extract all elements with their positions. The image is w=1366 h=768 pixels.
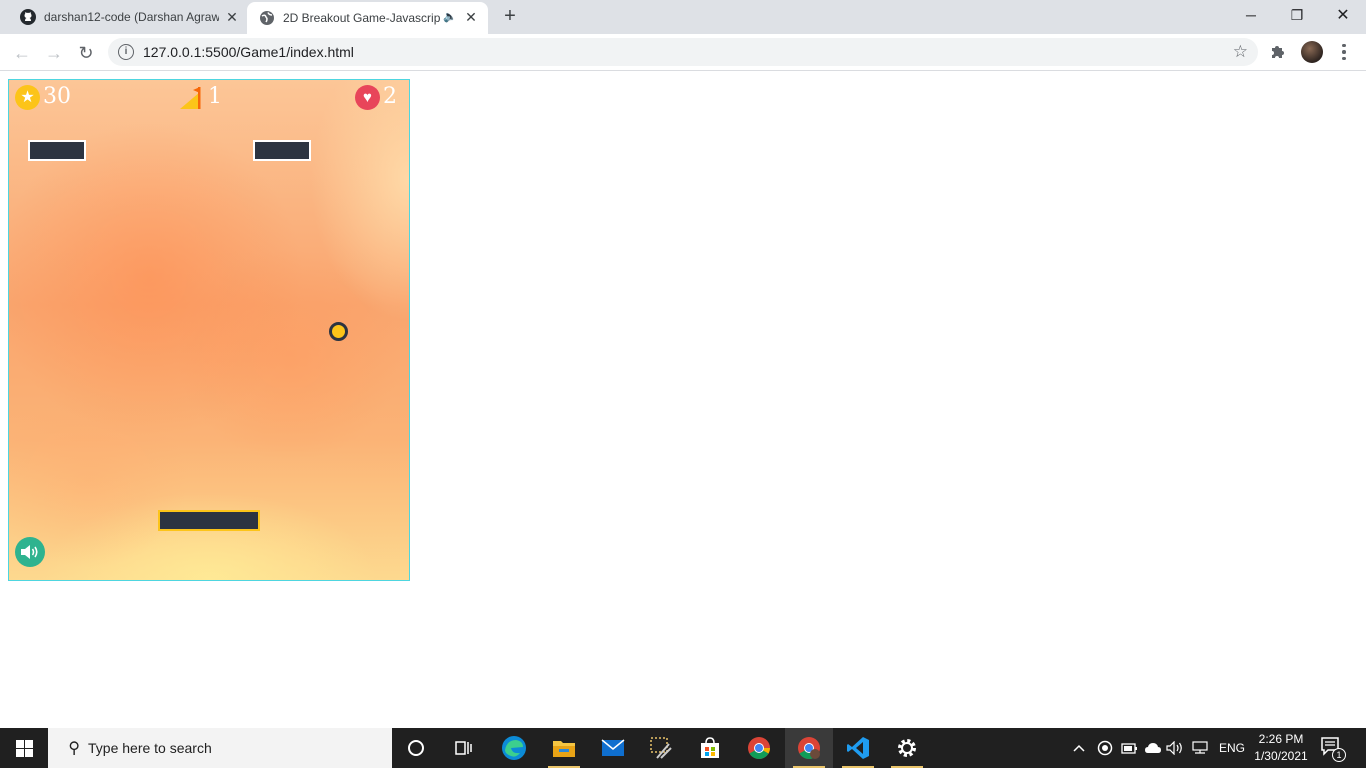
heart-icon: ♥ xyxy=(355,84,380,110)
file-explorer-icon[interactable] xyxy=(540,728,588,768)
network-icon[interactable] xyxy=(1192,728,1212,768)
kebab-menu-icon[interactable] xyxy=(1336,41,1352,63)
paddle[interactable] xyxy=(158,510,260,531)
snipping-tool-icon[interactable] xyxy=(637,728,685,768)
star-icon: ★ xyxy=(15,84,40,110)
game-canvas[interactable]: ★ 30 1 ♥ 2 xyxy=(8,79,410,581)
onedrive-icon[interactable] xyxy=(1144,728,1164,768)
score-display: ★ 30 xyxy=(15,84,71,110)
speaker-icon xyxy=(21,545,38,559)
tab-title: darshan12-code (Darshan Agraw xyxy=(44,10,219,24)
level-display: 1 xyxy=(179,84,222,110)
clock-date: 1/30/2021 xyxy=(1254,749,1308,763)
forward-button[interactable]: → xyxy=(42,41,66,65)
new-tab-button[interactable]: + xyxy=(499,6,521,28)
url-text[interactable]: 127.0.0.1:5500/Game1/index.html xyxy=(143,44,354,60)
tab-github[interactable]: darshan12-code (Darshan Agraw ✕ xyxy=(0,0,247,34)
tab-breakout-game[interactable]: 2D Breakout Game-Javascrip 🔈 ✕ xyxy=(247,2,488,34)
clock[interactable]: 2:26 PM 1/30/2021 xyxy=(1250,731,1312,765)
store-icon[interactable] xyxy=(686,728,734,768)
profile-avatar[interactable] xyxy=(1301,41,1323,63)
score-value: 30 xyxy=(43,84,71,109)
extensions-icon[interactable] xyxy=(1270,43,1286,64)
brick xyxy=(28,140,86,161)
cortana-icon[interactable] xyxy=(392,728,440,768)
brick xyxy=(253,140,311,161)
start-button[interactable] xyxy=(0,728,48,768)
back-button[interactable]: ← xyxy=(10,41,34,65)
restore-button[interactable]: ❐ xyxy=(1274,0,1320,30)
github-icon xyxy=(20,9,36,25)
record-icon[interactable] xyxy=(1097,728,1115,768)
level-flag-icon xyxy=(179,84,205,110)
chrome-active-icon[interactable] xyxy=(785,728,833,768)
edge-icon[interactable] xyxy=(490,728,538,768)
notification-center-icon[interactable]: 1 xyxy=(1320,736,1346,762)
lives-value: 2 xyxy=(383,84,397,109)
minimize-button[interactable]: ─ xyxy=(1228,0,1274,30)
window-close-button[interactable]: ✕ xyxy=(1320,0,1366,30)
task-view-icon[interactable] xyxy=(440,728,488,768)
taskbar-search[interactable]: ⚲ Type here to search xyxy=(48,728,392,768)
level-value: 1 xyxy=(208,84,222,109)
windows-icon xyxy=(15,739,33,757)
sound-toggle-button[interactable] xyxy=(15,537,45,567)
search-placeholder: Type here to search xyxy=(88,740,212,756)
info-icon[interactable]: i xyxy=(118,44,134,60)
globe-icon xyxy=(259,10,275,26)
tab-strip: darshan12-code (Darshan Agraw ✕ 2D Break… xyxy=(0,0,1366,34)
notification-count: 1 xyxy=(1332,748,1346,762)
tab-title: 2D Breakout Game-Javascrip xyxy=(283,11,441,25)
search-icon: ⚲ xyxy=(68,740,80,757)
speaker-icon[interactable]: 🔈 xyxy=(443,10,457,23)
taskbar: ⚲ Type here to search ENG 2:26 PM 1/30/2… xyxy=(0,728,1366,768)
close-icon[interactable]: ✕ xyxy=(463,9,479,25)
address-bar[interactable]: i 127.0.0.1:5500/Game1/index.html ☆ xyxy=(108,38,1258,66)
reload-button[interactable]: ↻ xyxy=(74,41,98,65)
clock-time: 2:26 PM xyxy=(1258,732,1304,746)
lives-display: ♥ 2 xyxy=(355,84,397,110)
settings-icon[interactable] xyxy=(883,728,931,768)
language-indicator[interactable]: ENG xyxy=(1219,728,1245,768)
vscode-icon[interactable] xyxy=(834,728,882,768)
battery-icon[interactable] xyxy=(1120,728,1140,768)
mail-icon[interactable] xyxy=(589,728,637,768)
tray-overflow-icon[interactable] xyxy=(1072,728,1090,768)
chrome-icon[interactable] xyxy=(735,728,783,768)
volume-icon[interactable] xyxy=(1166,728,1186,768)
bookmark-star-icon[interactable]: ☆ xyxy=(1233,42,1248,62)
close-icon[interactable]: ✕ xyxy=(224,9,240,25)
browser-toolbar: ← → ↻ i 127.0.0.1:5500/Game1/index.html … xyxy=(0,34,1366,71)
ball xyxy=(329,322,348,341)
